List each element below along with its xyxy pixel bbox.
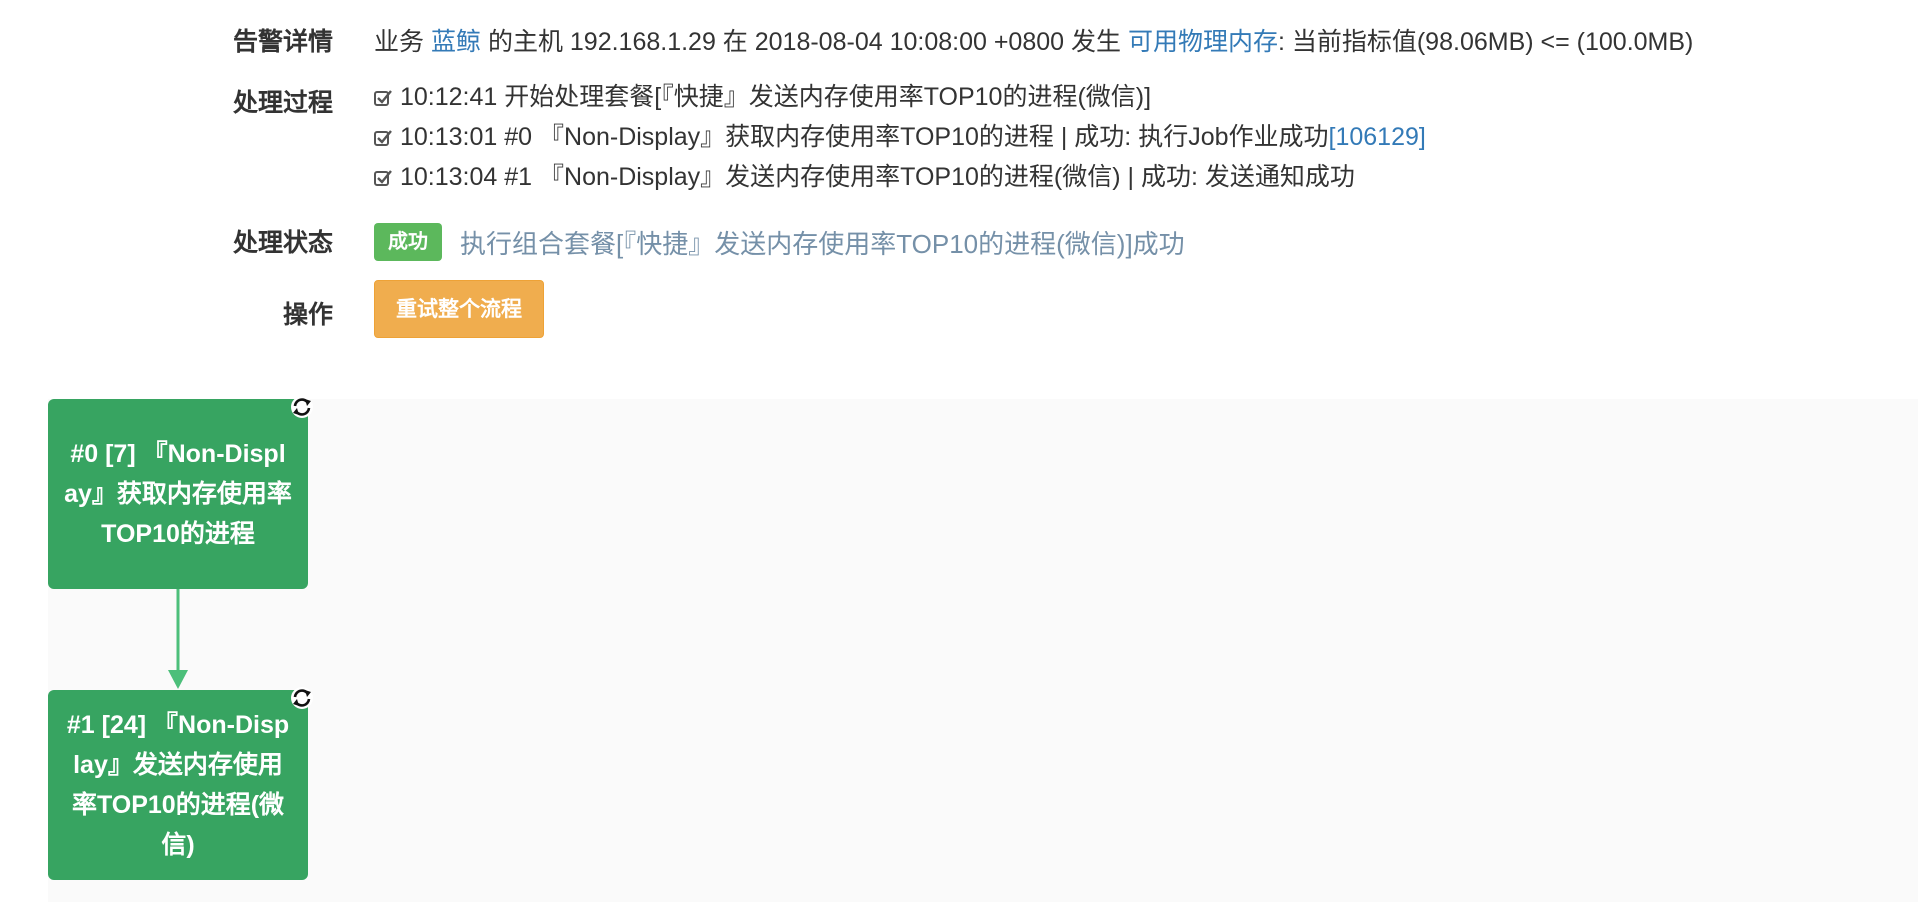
refresh-icon[interactable] (290, 686, 314, 710)
process-step-text: 10:13:01 #0 『Non-Display』获取内存使用率TOP10的进程… (400, 123, 1329, 151)
status-text: 执行组合套餐[『快捷』发送内存使用率TOP10的进程(微信)]成功 (460, 228, 1185, 259)
flow-node[interactable]: #0 [7] 『Non-Display』获取内存使用率TOP10的进程 (48, 396, 313, 589)
alert-detail-prefix: 业务 (374, 28, 425, 56)
operation-row: 操作 重试整个流程 (0, 280, 1918, 340)
check-square-icon (374, 170, 392, 186)
process-step: 10:13:01 #0 『Non-Display』获取内存使用率TOP10的进程… (374, 117, 1426, 157)
alert-host-text: 的主机 192.168.1.29 在 2018-08-04 10:08:00 +… (487, 28, 1121, 56)
process-steps: 10:12:41 开始处理套餐[『快捷』发送内存使用率TOP10的进程(微信)]… (374, 77, 1426, 197)
flow-node[interactable]: #1 [24] 『Non-Display』发送内存使用率TOP10的进程(微信) (48, 687, 313, 880)
status-label: 处理状态 (232, 229, 333, 257)
alert-condition-text: : 当前指标值(98.06MB) <= (100.0MB) (1277, 28, 1694, 56)
job-id-link[interactable]: [106129] (1329, 123, 1426, 151)
operation-content: 重试整个流程 (374, 280, 544, 338)
process-step: 10:13:04 #1 『Non-Display』发送内存使用率TOP10的进程… (374, 157, 1426, 197)
alert-detail-label: 告警详情 (232, 28, 333, 56)
process-row: 处理过程 10:12:41 开始处理套餐[『快捷』发送内存使用率TOP10的进程… (0, 79, 1918, 203)
process-step-text: 10:12:41 开始处理套餐[『快捷』发送内存使用率TOP10的进程(微信)] (400, 83, 1152, 111)
business-link[interactable]: 蓝鲸 (431, 28, 481, 56)
flow-canvas: #0 [7] 『Non-Display』获取内存使用率TOP10的进程 #1 [… (48, 396, 1918, 902)
check-square-icon (374, 130, 392, 146)
alert-detail-row: 告警详情 业务 蓝鲸 的主机 192.168.1.29 在 2018-08-04… (0, 18, 1918, 62)
check-square-icon (374, 90, 392, 106)
process-step: 10:12:41 开始处理套餐[『快捷』发送内存使用率TOP10的进程(微信)] (374, 77, 1426, 117)
flow-node-label: #0 [7] 『Non-Display』获取内存使用率TOP10的进程 (64, 440, 292, 548)
flow-node-label: #1 [24] 『Non-Display』发送内存使用率TOP10的进程(微信) (66, 711, 290, 859)
status-content: 成功 执行组合套餐[『快捷』发送内存使用率TOP10的进程(微信)]成功 (374, 223, 1185, 261)
alert-detail-content: 业务 蓝鲸 的主机 192.168.1.29 在 2018-08-04 10:0… (374, 22, 1693, 58)
metric-link[interactable]: 可用物理内存 (1128, 28, 1278, 56)
process-step-text: 10:13:04 #1 『Non-Display』发送内存使用率TOP10的进程… (400, 163, 1355, 191)
operation-label: 操作 (282, 301, 333, 329)
status-row: 处理状态 成功 执行组合套餐[『快捷』发送内存使用率TOP10的进程(微信)]成功 (0, 219, 1918, 267)
retry-flow-button[interactable]: 重试整个流程 (374, 280, 544, 338)
process-label: 处理过程 (232, 89, 333, 117)
refresh-icon[interactable] (290, 395, 314, 419)
status-badge: 成功 (374, 223, 442, 261)
